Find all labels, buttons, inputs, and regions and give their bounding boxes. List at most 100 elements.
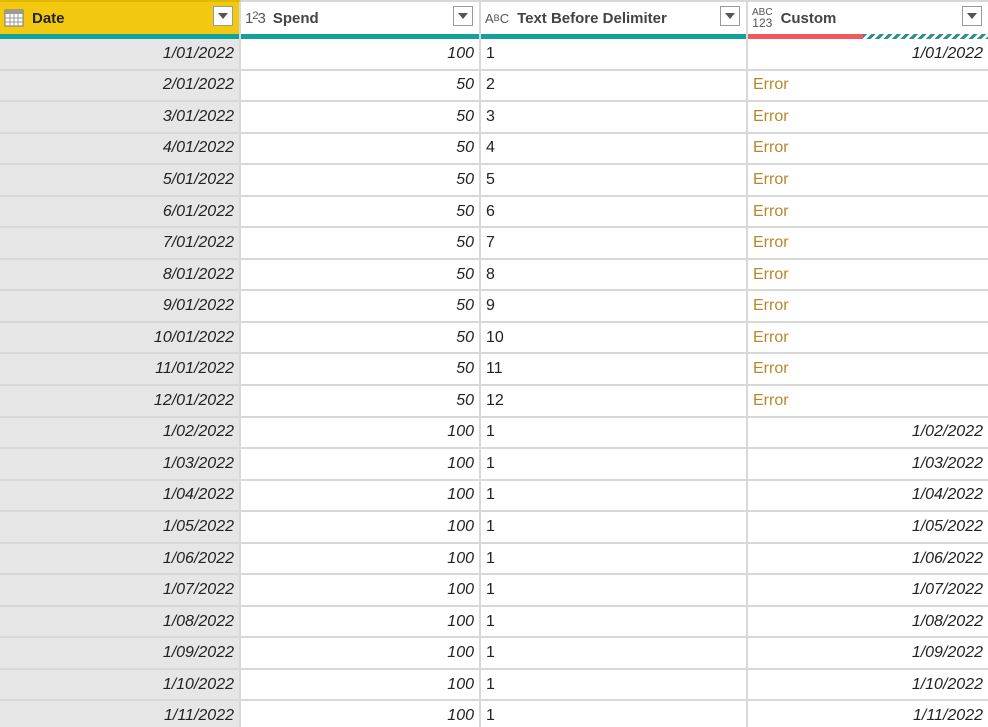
cell-date[interactable]: 1/02/2022 [0,417,241,450]
cell-date[interactable]: 1/08/2022 [0,606,241,639]
cell-text-before-delimiter[interactable]: 1 [481,638,748,670]
cell-custom[interactable]: 1/03/2022 [748,449,988,481]
calendar-icon[interactable] [4,9,24,27]
cell-text-before-delimiter[interactable]: 1 [481,575,748,607]
filter-dropdown-button[interactable] [962,6,982,26]
cell-date[interactable]: 1/07/2022 [0,575,241,607]
cell-date[interactable]: 11/01/2022 [0,354,241,387]
cell-text-before-delimiter[interactable]: 12 [481,386,748,418]
cell-text-before-delimiter[interactable]: 7 [481,228,748,260]
cell-text-before-delimiter[interactable]: 10 [481,322,748,355]
cell-custom[interactable]: 1/10/2022 [748,670,988,702]
cell-date[interactable]: 5/01/2022 [0,165,241,197]
cell-text-before-delimiter[interactable]: 6 [481,196,748,229]
cell-spend[interactable]: 50 [241,386,481,418]
cell-text-before-delimiter[interactable]: 11 [481,354,748,387]
cell-date[interactable]: 2/01/2022 [0,70,241,103]
cell-spend[interactable]: 50 [241,70,481,103]
cell-custom[interactable]: 1/07/2022 [748,575,988,607]
cell-spend[interactable]: 50 [241,291,481,323]
cell-custom[interactable]: 1/05/2022 [748,512,988,544]
cell-custom-error[interactable]: Error [748,228,988,260]
cell-custom[interactable]: 1/04/2022 [748,481,988,513]
cell-spend[interactable]: 100 [241,638,481,670]
cell-date[interactable]: 1/09/2022 [0,638,241,670]
cell-text-before-delimiter[interactable]: 1 [481,512,748,544]
cell-spend[interactable]: 50 [241,354,481,387]
cell-custom[interactable]: 1/01/2022 [748,39,988,71]
cell-spend[interactable]: 100 [241,701,481,727]
cell-text-before-delimiter[interactable]: 1 [481,417,748,450]
cell-text-before-delimiter[interactable]: 9 [481,291,748,323]
cell-text-before-delimiter[interactable]: 4 [481,133,748,166]
cell-custom-error[interactable]: Error [748,102,988,134]
cell-custom[interactable]: 1/09/2022 [748,638,988,670]
cell-custom-error[interactable]: Error [748,260,988,292]
cell-spend[interactable]: 50 [241,259,481,292]
filter-dropdown-button[interactable] [720,6,740,26]
cell-custom[interactable]: 1/11/2022 [748,701,988,727]
cell-date[interactable]: 12/01/2022 [0,386,241,418]
cell-text-before-delimiter[interactable]: 3 [481,102,748,134]
cell-spend[interactable]: 100 [241,575,481,607]
cell-date[interactable]: 1/03/2022 [0,449,241,481]
cell-text-before-delimiter[interactable]: 8 [481,259,748,292]
cell-date[interactable]: 1/05/2022 [0,512,241,544]
filter-dropdown-button[interactable] [453,6,473,26]
cell-spend[interactable]: 100 [241,543,481,576]
cell-date[interactable]: 1/04/2022 [0,480,241,513]
cell-date[interactable]: 1/11/2022 [0,701,241,727]
cell-spend[interactable]: 50 [241,102,481,134]
cell-date[interactable]: 10/01/2022 [0,322,241,355]
cell-spend[interactable]: 100 [241,449,481,481]
cell-date[interactable]: 4/01/2022 [0,133,241,166]
column-header-text-before-delimiter[interactable]: ABC Text Before Delimiter [481,0,748,34]
cell-custom-error[interactable]: Error [748,165,988,197]
cell-spend[interactable]: 100 [241,417,481,450]
cell-date[interactable]: 3/01/2022 [0,102,241,134]
cell-text-before-delimiter[interactable]: 1 [481,606,748,639]
cell-date[interactable]: 7/01/2022 [0,228,241,260]
cell-text-before-delimiter[interactable]: 1 [481,669,748,702]
cell-date[interactable]: 1/01/2022 [0,39,241,71]
cell-date[interactable]: 6/01/2022 [0,196,241,229]
cell-spend[interactable]: 100 [241,39,481,71]
cell-date[interactable]: 1/10/2022 [0,669,241,702]
cell-spend[interactable]: 100 [241,512,481,544]
cell-spend[interactable]: 100 [241,606,481,639]
cell-date[interactable]: 9/01/2022 [0,291,241,323]
cell-custom-error[interactable]: Error [748,134,988,166]
cell-custom[interactable]: 1/02/2022 [748,418,988,450]
text-type-icon[interactable]: ABC [485,11,509,26]
cell-text-before-delimiter[interactable]: 1 [481,701,748,727]
cell-custom[interactable]: 1/08/2022 [748,607,988,639]
column-header-custom[interactable]: ABC 123 Custom [748,0,988,34]
column-header-date[interactable]: Date [0,0,241,34]
cell-spend[interactable]: 100 [241,669,481,702]
column-header-spend[interactable]: 123 Spend [241,0,481,34]
cell-spend[interactable]: 100 [241,480,481,513]
cell-custom-error[interactable]: Error [748,197,988,229]
cell-spend[interactable]: 50 [241,133,481,166]
number-type-icon[interactable]: 123 [245,10,266,27]
cell-custom-error[interactable]: Error [748,354,988,387]
cell-text-before-delimiter[interactable]: 1 [481,480,748,513]
cell-spend[interactable]: 50 [241,322,481,355]
cell-spend[interactable]: 50 [241,228,481,260]
filter-dropdown-button[interactable] [213,6,233,26]
cell-custom-error[interactable]: Error [748,291,988,323]
cell-custom-error[interactable]: Error [748,71,988,103]
cell-custom[interactable]: 1/06/2022 [748,544,988,576]
cell-spend[interactable]: 50 [241,196,481,229]
cell-custom-error[interactable]: Error [748,386,988,418]
cell-spend[interactable]: 50 [241,165,481,197]
cell-date[interactable]: 1/06/2022 [0,543,241,576]
cell-text-before-delimiter[interactable]: 1 [481,543,748,576]
cell-text-before-delimiter[interactable]: 1 [481,39,748,71]
cell-text-before-delimiter[interactable]: 5 [481,165,748,197]
cell-text-before-delimiter[interactable]: 2 [481,70,748,103]
cell-date[interactable]: 8/01/2022 [0,259,241,292]
any-type-icon[interactable]: ABC 123 [752,8,773,30]
cell-text-before-delimiter[interactable]: 1 [481,449,748,481]
cell-custom-error[interactable]: Error [748,323,988,355]
